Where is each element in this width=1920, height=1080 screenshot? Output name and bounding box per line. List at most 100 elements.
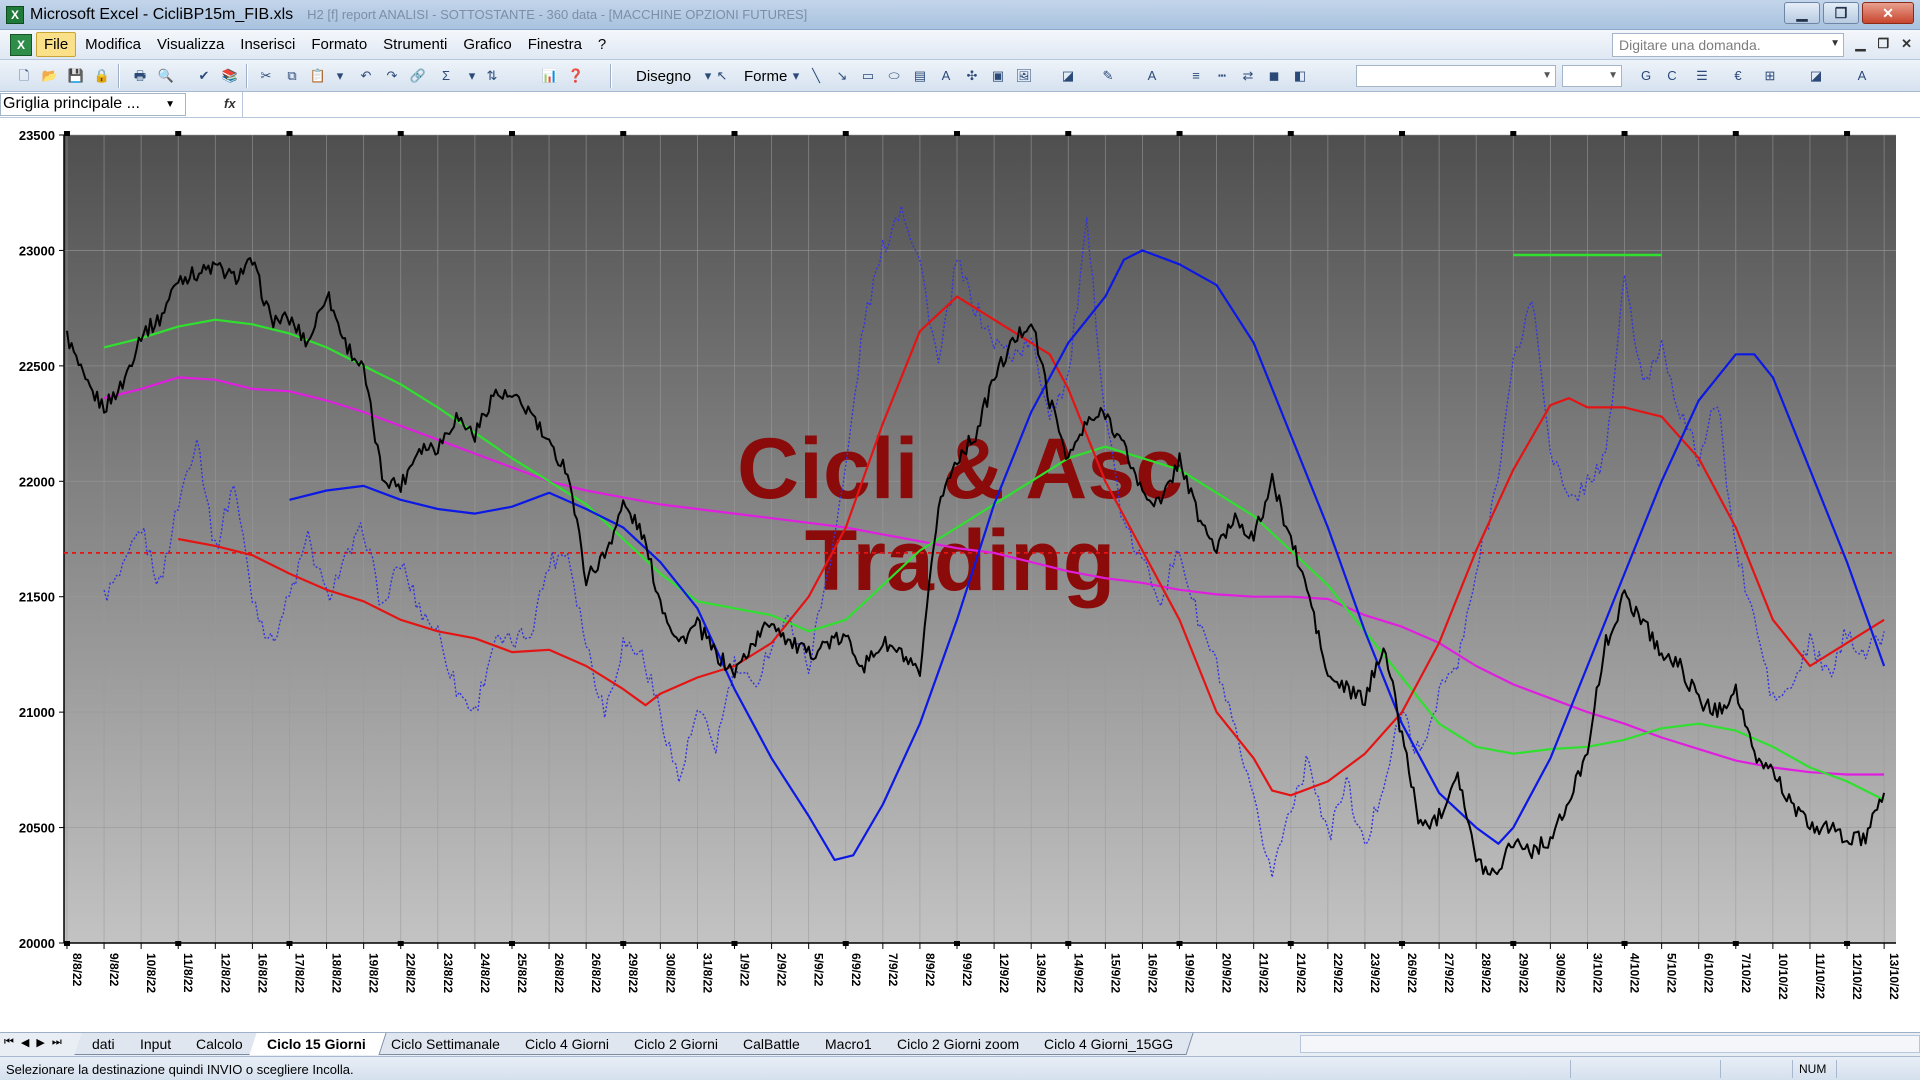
next-sheet-icon[interactable]: ▶ [36,1036,44,1049]
chevron-down-icon[interactable]: ▼ [165,99,175,110]
selection-handle-top[interactable] [397,131,404,136]
oval-icon[interactable]: ⬭ [884,66,904,86]
font-color-icon-2[interactable]: A [1852,66,1872,86]
tab-ciclo-settimanale[interactable]: Ciclo Settimanale [373,1033,521,1055]
first-sheet-icon[interactable]: ⏮ [4,1036,14,1049]
menu-strumenti[interactable]: Strumenti [376,33,454,56]
selection-handle-bottom[interactable] [508,941,515,946]
sort-ascending-icon[interactable]: ⇅ [482,66,502,86]
fill-bucket-icon[interactable]: ◪ [1806,66,1826,86]
name-box[interactable]: Griglia principale ... ▼ [0,93,186,116]
selection-handle-bottom[interactable] [620,941,627,946]
select-objects-icon[interactable]: ↖ [712,66,732,86]
permission-icon[interactable]: 🔒 [92,66,112,86]
menu-inserisci[interactable]: Inserisci [233,33,302,56]
selection-handle-bottom[interactable] [1065,941,1072,946]
doc-restore-icon[interactable]: ❐ [1877,36,1889,52]
borders-icon[interactable]: ⊞ [1760,66,1780,86]
diagram-icon[interactable]: ✣ [962,66,982,86]
selection-handle-top[interactable] [1399,131,1406,136]
selection-handle-top[interactable] [842,131,849,136]
paste-dropdown-icon[interactable]: ▾ [330,66,350,86]
italic-icon[interactable]: C [1662,66,1682,86]
arrow-icon[interactable]: ↘ [832,66,852,86]
chevron-down-icon[interactable]: ▼ [1542,70,1552,81]
spelling-icon[interactable]: ✔ [194,66,214,86]
chart-sheet[interactable]: 23500 23000 22500 22000 21500 21000 20500 20000… [0,118,1920,1042]
selection-handle-bottom[interactable] [1510,941,1517,946]
menu-visualizza[interactable]: Visualizza [150,33,231,56]
euro-icon[interactable]: € [1728,66,1748,86]
tab-calbattle[interactable]: CalBattle [725,1033,821,1055]
excel-app-icon[interactable]: X [6,5,24,24]
menu-modifica[interactable]: Modifica [78,33,148,56]
tab-ciclo-2-giorni-zoom[interactable]: Ciclo 2 Giorni zoom [879,1033,1040,1055]
rectangle-icon[interactable]: ▭ [858,66,878,86]
undo-icon[interactable]: ↶ [356,66,376,86]
print-preview-icon[interactable]: 🔍 [156,66,176,86]
doc-close-icon[interactable]: ✕ [1901,36,1912,52]
arrow-style-icon[interactable]: ⇄ [1238,66,1258,86]
selection-handle-top[interactable] [1065,131,1072,136]
selection-handle-top[interactable] [1732,131,1739,136]
tab-ciclo-4-giorni-15gg[interactable]: Ciclo 4 Giorni_15GG [1026,1033,1194,1055]
tab-ciclo-2-giorni[interactable]: Ciclo 2 Giorni [616,1033,739,1055]
ask-question-input[interactable]: Digitare una domanda. ▼ [1612,33,1844,57]
selection-handle-bottom[interactable] [175,941,182,946]
selection-handle-top[interactable] [954,131,961,136]
menu-formato[interactable]: Formato [304,33,374,56]
help-icon[interactable]: ❓ [566,66,586,86]
hyperlink-icon[interactable]: 🔗 [408,66,428,86]
redo-icon[interactable]: ↷ [382,66,402,86]
font-color-icon[interactable]: A [1142,66,1162,86]
last-sheet-icon[interactable]: ⏭ [52,1036,62,1049]
line-icon[interactable]: ╲ [806,66,826,86]
selection-handle-bottom[interactable] [731,941,738,946]
tab-ciclo-15-giorni[interactable]: Ciclo 15 Giorni [249,1033,387,1055]
cycle-chart[interactable]: 23500 23000 22500 22000 21500 21000 20500 20000… [0,118,1920,1032]
selection-handle-bottom[interactable] [954,941,961,946]
line-style-icon[interactable]: ≡ [1186,66,1206,86]
autoshapes-menu-button[interactable]: Forme [744,68,787,85]
cut-icon[interactable]: ✂ [256,66,276,86]
chevron-down-icon[interactable]: ▼ [1608,70,1618,81]
autoshapes-dropdown-icon[interactable]: ▾ [786,66,806,86]
selection-handle-bottom[interactable] [397,941,404,946]
selection-handle-bottom[interactable] [1176,941,1183,946]
menu-file[interactable]: File [36,32,77,57]
selection-handle-top[interactable] [1621,131,1628,136]
selection-handle-bottom[interactable] [63,941,70,946]
3d-style-icon[interactable]: ◧ [1290,66,1310,86]
workbook-icon[interactable]: X [10,33,32,56]
tab-ciclo-4-giorni[interactable]: Ciclo 4 Giorni [507,1033,630,1055]
shadow-style-icon[interactable]: ◼ [1264,66,1284,86]
selection-handle-top[interactable] [175,131,182,136]
dash-style-icon[interactable]: ┅ [1212,66,1232,86]
font-name-combo[interactable]: ▼ [1356,65,1556,87]
doc-minimize-icon[interactable]: ▁ [1855,36,1865,52]
selection-handle-bottom[interactable] [1399,941,1406,946]
selection-handle-top[interactable] [1287,131,1294,136]
bold-icon[interactable]: G [1636,66,1656,86]
maximize-button[interactable]: ❐ [1823,2,1859,24]
fill-color-icon[interactable]: ◪ [1058,66,1078,86]
draw-menu-button[interactable]: Disegno [636,68,691,85]
selection-handle-bottom[interactable] [1287,941,1294,946]
selection-handle-top[interactable] [63,131,70,136]
selection-handle-bottom[interactable] [842,941,849,946]
paste-icon[interactable]: 📋 [308,66,328,86]
selection-handle-top[interactable] [508,131,515,136]
horizontal-scrollbar[interactable] [1300,1035,1920,1053]
insert-function-icon[interactable]: fx [224,96,236,111]
chart-wizard-icon[interactable]: 📊 [540,66,560,86]
selection-handle-top[interactable] [1844,131,1851,136]
new-document-icon[interactable]: 🗋 [14,66,34,86]
selection-handle-top[interactable] [1510,131,1517,136]
selection-handle-top[interactable] [731,131,738,136]
open-folder-icon[interactable]: 📂 [40,66,60,86]
research-icon[interactable]: 📚 [220,66,240,86]
save-icon[interactable]: 💾 [66,66,86,86]
menu-finestra[interactable]: Finestra [521,33,589,56]
selection-handle-bottom[interactable] [1621,941,1628,946]
font-size-combo[interactable]: ▼ [1562,65,1622,87]
